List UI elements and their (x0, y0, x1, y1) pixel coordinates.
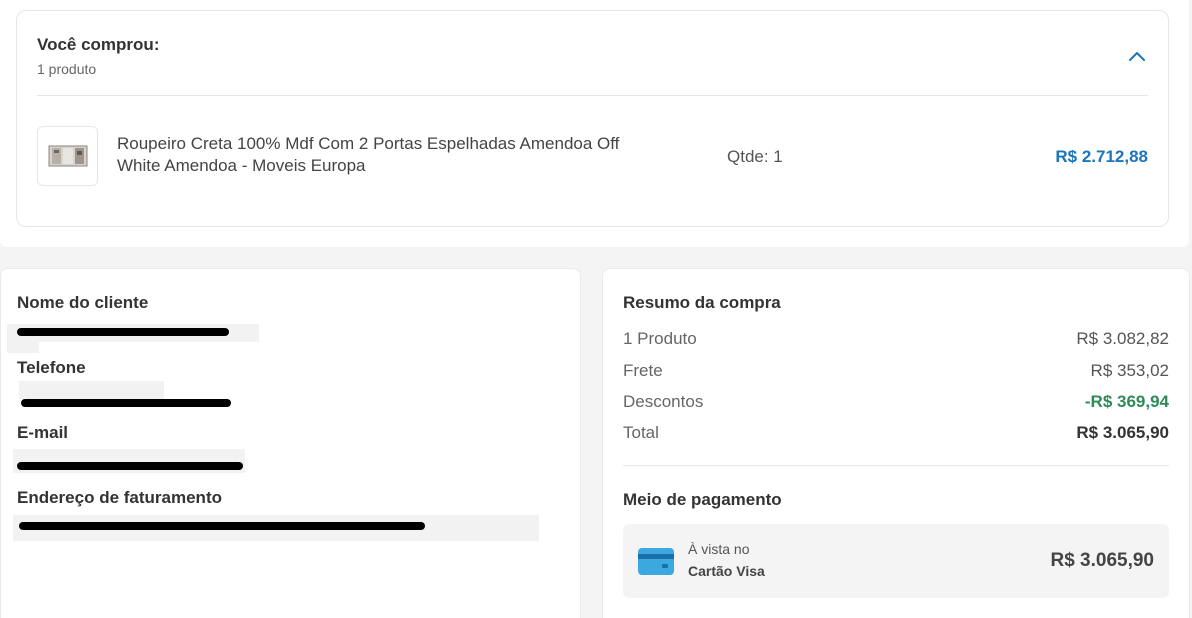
summary-label: Descontos (623, 392, 704, 411)
wardrobe-image (48, 145, 87, 167)
summary-title: Resumo da compra (623, 293, 781, 312)
product-name[interactable]: Roupeiro Creta 100% Mdf Com 2 Portas Esp… (117, 133, 637, 177)
order-title: Você comprou: (37, 35, 160, 54)
order-product-count: 1 produto (37, 61, 97, 77)
product-quantity: Qtde: 1 (727, 147, 783, 166)
redacted-area (19, 381, 164, 399)
product-price: R$ 2.712,88 (1055, 147, 1148, 166)
credit-card-icon (638, 548, 674, 575)
chevron-up-icon (1129, 52, 1145, 61)
summary-label: 1 Produto (623, 329, 697, 348)
order-card: Você comprou: 1 produto Roupeiro Creta 1… (16, 10, 1169, 227)
customer-name-label: Nome do cliente (17, 293, 149, 312)
redacted-billing-address (19, 522, 425, 530)
customer-card: Nome do cliente Telefone E-mail Endereço… (0, 268, 581, 618)
payment-card-name: Cartão Visa (688, 563, 765, 579)
discount-value: -R$ 369,94 (1084, 392, 1169, 411)
purchase-summary-card: Resumo da compra 1 Produto R$ 3.082,82 F… (602, 268, 1190, 618)
redacted-email (17, 462, 243, 470)
order-section: Você comprou: 1 produto Roupeiro Creta 1… (0, 0, 1189, 247)
divider (623, 465, 1169, 466)
divider (37, 95, 1148, 96)
summary-value: R$ 3.082,82 (1076, 329, 1169, 348)
payment-line-1: À vista no (688, 541, 750, 557)
billing-address-label: Endereço de faturamento (17, 488, 222, 507)
redacted-phone (21, 399, 231, 407)
payment-method-title: Meio de pagamento (623, 490, 782, 509)
payment-method-box: À vista no Cartão Visa R$ 3.065,90 (623, 524, 1169, 598)
summary-row-shipping: Frete R$ 353,02 (623, 361, 1169, 383)
summary-row-discounts: Descontos -R$ 369,94 (623, 392, 1169, 414)
redacted-area (7, 341, 39, 353)
summary-label: Total (623, 423, 659, 442)
redacted-customer-name (17, 328, 229, 336)
summary-value: R$ 353,02 (1090, 361, 1169, 380)
collapse-button[interactable] (1124, 43, 1150, 69)
product-thumbnail[interactable] (37, 126, 98, 186)
phone-label: Telefone (17, 358, 86, 377)
summary-label: Frete (623, 361, 663, 380)
total-value: R$ 3.065,90 (1076, 423, 1169, 442)
email-label: E-mail (17, 423, 69, 442)
summary-row-total: Total R$ 3.065,90 (623, 423, 1169, 445)
payment-amount: R$ 3.065,90 (1050, 550, 1154, 571)
summary-row-products: 1 Produto R$ 3.082,82 (623, 329, 1169, 351)
